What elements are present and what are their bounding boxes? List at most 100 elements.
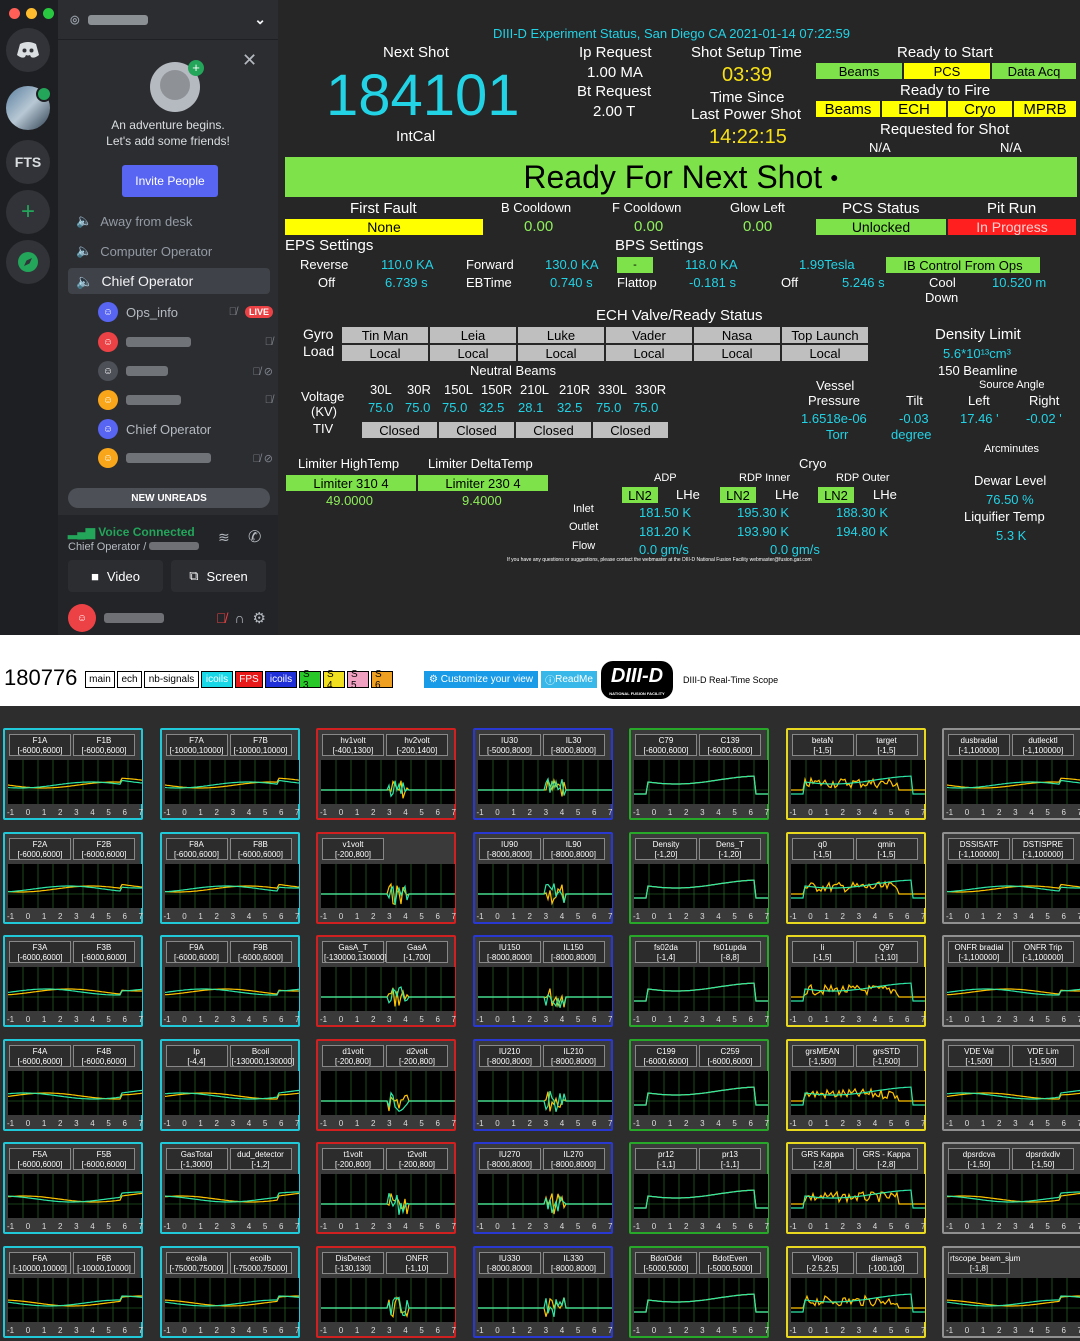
scope-panel-onfr-bradial[interactable]: ONFR bradial [-1,100000] ONFR Trip [-1,1000… (942, 935, 1080, 1027)
disconnect-icon[interactable]: ✆ (248, 527, 261, 547)
signal-b-range: [-6000,6000] (81, 1160, 127, 1169)
muted-mic-icon[interactable]: 🎙̸ (216, 610, 227, 626)
maximize-window-button[interactable] (43, 8, 54, 19)
scope-panel-c79[interactable]: C79 [-6000,6000] C139 [-6000,6000] -1 0 1 2 3 4 5 6… (629, 728, 769, 820)
scope-panel-f8a[interactable]: F8A [-6000,6000] F8B [-6000,6000] -1 0 1 2 3 4 5 6 7 (159, 831, 300, 924)
scope-panel-grs-kappa[interactable]: GRS Kappa [-2,8] GRS - Kappa [-2,8] -1 0 1 2 3 4 5… (785, 1142, 926, 1234)
x-tick: -1 (633, 1222, 641, 1231)
voice-user[interactable]: ☺ 🎙̸ (98, 330, 273, 354)
readme-button[interactable]: ⓘ ReadMe (541, 671, 597, 688)
scope-panel-f7a[interactable]: F7A [-10000,10000] F7B [-10000,10000] -1 0 1 2 3… (159, 728, 300, 820)
scope-panel-q0[interactable]: q0 [-1,5] qmin [-1,5] -1 0 1 2 3 4 5 6 7 (785, 831, 926, 924)
signal-a-range: [-1,5] (813, 746, 832, 755)
scope-panel-c199[interactable]: C199 [-6000,6000] C259 [-6000,6000] -1 0 1 2 3 4 5… (629, 1038, 769, 1131)
new-unreads-pill[interactable]: NEW UNREADS (68, 488, 270, 508)
scope-panel-f6a[interactable]: F6A [-10000,10000] F6B [-10000,10000] -1 0 1 2 3… (3, 1245, 143, 1338)
scope-panel-f9a[interactable]: F9A [-6000,6000] F9B [-6000,6000] -1 0 1 2 3 4 5 6 7 (159, 935, 300, 1027)
channel-away-from-desk[interactable]: 🔈 Away from desk (68, 208, 270, 234)
scope-tab-0[interactable]: main (85, 671, 115, 688)
scope-tab-9[interactable]: S 6 (371, 669, 393, 691)
scope-panel-gastotal[interactable]: GasTotal [-1,3000] dud_detector [-1,2] -1 0 1 2… (159, 1142, 300, 1234)
scope-panel-v1volt[interactable]: v1volt [-200,800] -1 0 1 2 3 4 5 6 7 (316, 831, 456, 924)
scope-panel-vloop[interactable]: Vloop [-2.5,2.5] diamag3 [-100,100] -1 0 1 2 3 4 5… (785, 1245, 926, 1338)
scope-panel-fs02da[interactable]: fs02da [-1,4] fs01upda [-8,8] -1 0 1 2 3 4 5 6 7 (629, 935, 769, 1027)
scope-panel-iu30[interactable]: IU30 [-5000,8000] IL30 [-8000,8000] -1 0 1 2 3 4 5… (472, 728, 613, 820)
discord-home-button[interactable] (6, 28, 50, 72)
scope-tab-4[interactable]: FPS (235, 671, 263, 688)
scope-panel-hv1volt[interactable]: hv1volt [-400,1300] hv2volt [-200,1400] -1 0 1… (316, 728, 456, 820)
scope-panel-gasa-t[interactable]: GasA_T [-130000,130000] GasA [-1,700] -1 0 1 2 3… (316, 935, 456, 1027)
scope-tab-3[interactable]: icoils (201, 671, 233, 688)
channel-chief-operator[interactable]: 🔈 Chief Operator (68, 268, 270, 294)
scope-panel-disdetect[interactable]: DisDetect [-130,130] ONFR [-1,10] -1 0 1 2 3 4 5 6 7 (316, 1245, 456, 1338)
scope-panel-iu210[interactable]: IU210 [-8000,8000] IL210 [-8000,8000] -1 0 1 2 3… (472, 1038, 613, 1131)
scope-panel-betan[interactable]: betaN [-1,5] target [-1,5] -1 0 1 2 3 4 5 6 7 (785, 728, 926, 820)
invite-people-button[interactable]: Invite People (122, 165, 218, 197)
scope-panel-grsmean[interactable]: grsMEAN [-1,500] grsSTD [-1,500] -1 0 1 2 3 4 5 6 7 (785, 1038, 926, 1131)
scope-panel-t1volt[interactable]: t1volt [-200,800] t2volt [-200,800] -1 0 1 2 3 4 5… (316, 1142, 456, 1234)
bt-request-label: Bt Request (577, 83, 652, 100)
x-tick: 2 (371, 911, 376, 921)
scope-panel-ip[interactable]: Ip [-4,4] Bcoil [-130000,130000] -1 0 1 2 3 4 5 6 7 (159, 1038, 300, 1131)
scope-panel-f2a[interactable]: F2A [-6000,6000] F2B [-6000,6000] -1 0 1 2 3 4 5 6 7 (3, 831, 143, 924)
scope-panel-d1volt[interactable]: d1volt [-200,800] d2volt [-200,800] -1 0 1 2 3 4 5… (316, 1038, 456, 1131)
channel-computer-operator[interactable]: 🔈 Computer Operator (68, 238, 270, 264)
scope-panel-f4a[interactable]: F4A [-6000,6000] F4B [-6000,6000] -1 0 1 2 3 4 5 6 7 (3, 1038, 145, 1131)
x-tick: -1 (946, 911, 954, 921)
explore-servers-button[interactable] (6, 240, 50, 284)
scope-panel-iu90[interactable]: IU90 [-8000,8000] IL90 [-8000,8000] -1 0 1 2 3 4 5… (472, 831, 613, 924)
scope-panel-dpsrdcva[interactable]: dpsrdcva [-1,50] dpsrdxdiv [-1,50] -1 0 1 2 3 4 5 6… (942, 1142, 1080, 1234)
x-axis-ticks: -1 0 1 2 3 4 5 6 7 (5, 1119, 145, 1128)
server-fts[interactable]: FTS (6, 140, 50, 184)
screen-share-button[interactable]: ⧉ Screen (171, 560, 266, 592)
scope-tab-6[interactable]: S 3 (299, 669, 321, 691)
video-button[interactable]: ■ Video (68, 560, 163, 592)
gear-icon[interactable]: ⚙ (253, 609, 266, 627)
avatar[interactable]: ☺ (68, 604, 96, 632)
scope-tab-7[interactable]: S 4 (323, 669, 345, 691)
scope-tab-1[interactable]: ech (117, 671, 142, 688)
x-tick: 3 (856, 1015, 862, 1024)
scope-panel-f3a[interactable]: F3A [-6000,6000] F3B [-6000,6000] -1 0 1 2 3 4 5 6 7 (3, 935, 143, 1027)
scope-panel-pr12[interactable]: pr12 [-1,1] pr13 [-1,1] -1 0 1 2 3 4 5 6 7 (629, 1142, 769, 1234)
noise-suppression-icon[interactable]: ≋ (218, 529, 230, 546)
x-tick: 6 (748, 1325, 753, 1335)
scope-panel-rtscope-beam-sum[interactable]: rtscope_beam_sum [-1,8] -1 0 1 2 3 4 5 6 7 (942, 1245, 1080, 1338)
voice-user-ops-info[interactable]: ☺ Ops_info 🎙̸ LIVE (98, 300, 273, 324)
tiv-state-1: Closed (439, 422, 514, 438)
x-tick: 4 (559, 1222, 565, 1231)
server-header[interactable]: ◎ ⌄ (58, 0, 278, 40)
scope-panel-iu330[interactable]: IU330 [-8000,8000] IL330 [-8000,8000] -1 0 1 2 3… (472, 1245, 613, 1338)
signal-a-range: [-5000,8000] (487, 746, 532, 755)
scope-panel-dusbradial[interactable]: dusbradial [-1,100000] dutlecktl [-1,100000… (942, 728, 1080, 820)
scope-panel-density[interactable]: Density [-1,20] Dens_T [-1,20] -1 0 1 2 3 4 5 6 7 (629, 831, 769, 924)
minimize-window-button[interactable] (26, 8, 37, 19)
voice-user[interactable]: ☺ 🎙̸ ⊘ (98, 359, 273, 383)
scope-panel-ecoila[interactable]: ecoila [-75000,75000] ecoilb [-75000,75000]… (159, 1245, 300, 1338)
scope-panel-dssisatf[interactable]: DSSISATF [-1,100000] DSTISPRE [-1,100000] -1… (942, 831, 1080, 924)
scope-panel-f1a[interactable]: F1A [-6000,6000] F1B [-6000,6000] -1 0 1 2 3 4 5 6 7 (3, 728, 143, 820)
scope-tab-5[interactable]: icoils (265, 671, 297, 688)
server-icon-diiid[interactable] (6, 86, 52, 130)
close-icon[interactable]: ✕ (242, 50, 257, 71)
scope-panel-vde-val[interactable]: VDE Val [-1,500] VDE Lim [-1,500] -1 0 1 2 3 4 5 6 7 (942, 1038, 1080, 1131)
scope-panel-bdotodd[interactable]: BdotOdd [-5000,5000] BdotEven [-5000,5000] -… (629, 1245, 769, 1338)
tiv-state-0: Closed (362, 422, 437, 438)
add-server-button[interactable]: + (6, 190, 50, 234)
close-window-button[interactable] (9, 8, 20, 19)
scope-panel-iu150[interactable]: IU150 [-8000,8000] IL150 [-8000,8000] -1 0 1 2 3… (472, 935, 613, 1027)
voice-user[interactable]: ☺ 🎙̸ ⊘ (98, 446, 273, 470)
scope-panel-f5a[interactable]: F5A [-6000,6000] F5B [-6000,6000] -1 0 1 2 3 4 5 6 7 (3, 1142, 143, 1234)
scope-panel-li[interactable]: li [-1,5] Q97 [-1,10] -1 0 1 2 3 4 5 6 7 (785, 935, 926, 1027)
scope-tab-8[interactable]: S 5 (347, 669, 369, 691)
customize-view-button[interactable]: ⚙ Customize your view (424, 671, 538, 688)
channel-label: Computer Operator (100, 243, 213, 259)
voice-user[interactable]: ☺ 🎙̸ (98, 388, 273, 412)
voice-user-chief-operator[interactable]: ☺ Chief Operator (98, 417, 273, 441)
scope-tab-2[interactable]: nb-signals (144, 671, 199, 688)
liquifier-temp-label: Liquifier Temp (964, 509, 1045, 524)
headphones-icon[interactable]: ∩ (234, 610, 244, 626)
x-tick: 4 (1029, 1222, 1034, 1231)
ready-fire-ech: ECH (882, 101, 946, 118)
scope-panel-iu270[interactable]: IU270 [-8000,8000] IL270 [-8000,8000] -1 0 1 2 3… (472, 1142, 613, 1234)
